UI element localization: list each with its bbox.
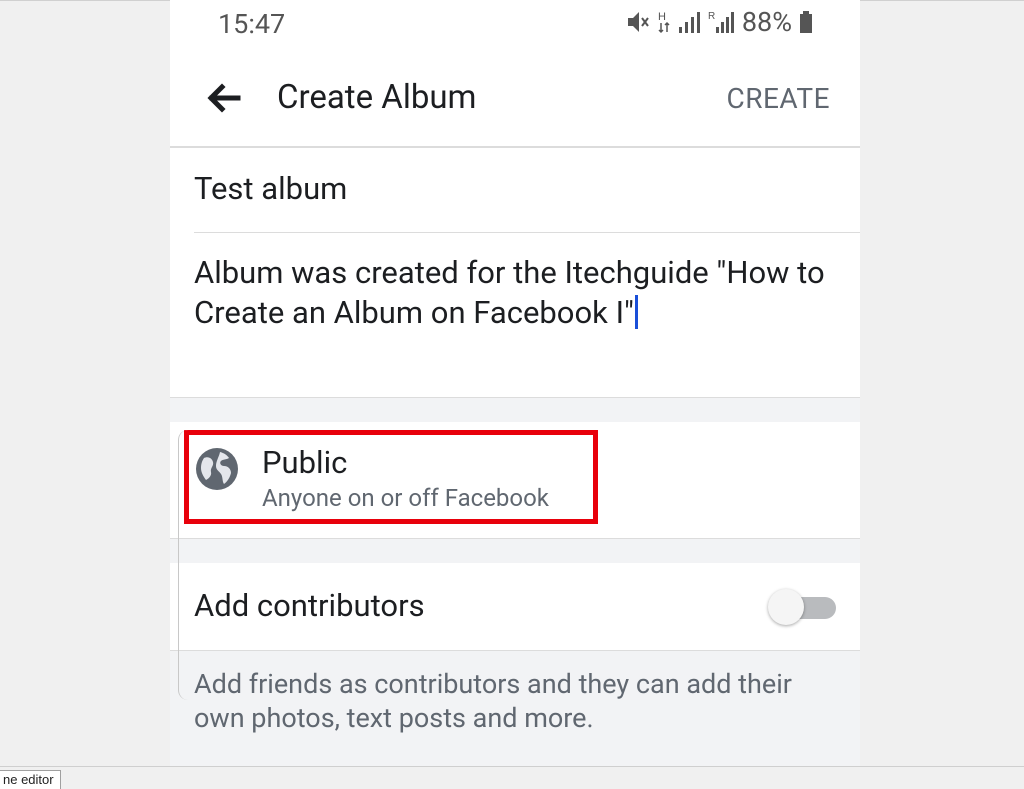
album-description-text: Album was created for the Itechguide "Ho… — [194, 254, 825, 331]
album-description-value: Album was created for the Itechguide "Ho… — [194, 253, 850, 333]
annotation-highlight-box — [184, 430, 598, 524]
add-contributors-label: Add contributors — [194, 587, 425, 624]
h-plus-network-icon: H — [658, 11, 670, 34]
battery-icon — [800, 11, 812, 33]
status-time: 15:47 — [218, 8, 286, 40]
section-divider — [170, 538, 860, 564]
roaming-signal-icon: R — [708, 11, 734, 33]
app-bar: Create Album CREATE — [170, 50, 860, 148]
page-title: Create Album — [277, 78, 477, 117]
section-divider — [170, 397, 860, 423]
album-name-value: Test album — [194, 170, 348, 207]
status-icons: H R 88% — [626, 6, 814, 38]
contributors-help: Add friends as contributors and they can… — [170, 650, 860, 766]
create-button[interactable]: CREATE — [726, 82, 830, 115]
taskbar-tab[interactable]: ne editor — [0, 770, 61, 789]
text-caret — [634, 295, 638, 329]
mute-icon — [627, 12, 649, 32]
phone-screen: 15:47 H R 88% Create Album CREATE Test a… — [170, 0, 860, 766]
contributors-help-text: Add friends as contributors and they can… — [194, 668, 792, 734]
toggle-knob — [768, 589, 804, 625]
add-contributors-toggle[interactable] — [768, 589, 838, 625]
taskbar: ne editor — [0, 766, 1024, 789]
album-description-field[interactable]: Album was created for the Itechguide "Ho… — [170, 233, 860, 397]
status-bar: 15:47 H R 88% — [170, 0, 860, 50]
privacy-selector[interactable]: Public Anyone on or off Facebook — [170, 422, 860, 538]
arrow-left-icon — [207, 83, 241, 113]
svg-text:R: R — [708, 11, 715, 22]
back-button[interactable] — [204, 78, 244, 118]
panel-edge — [178, 430, 191, 700]
album-name-field[interactable]: Test album — [170, 148, 860, 232]
battery-percent: 88% — [741, 6, 792, 38]
signal-icon — [678, 12, 700, 33]
add-contributors-row: Add contributors — [170, 563, 860, 649]
svg-text:H: H — [658, 11, 666, 23]
